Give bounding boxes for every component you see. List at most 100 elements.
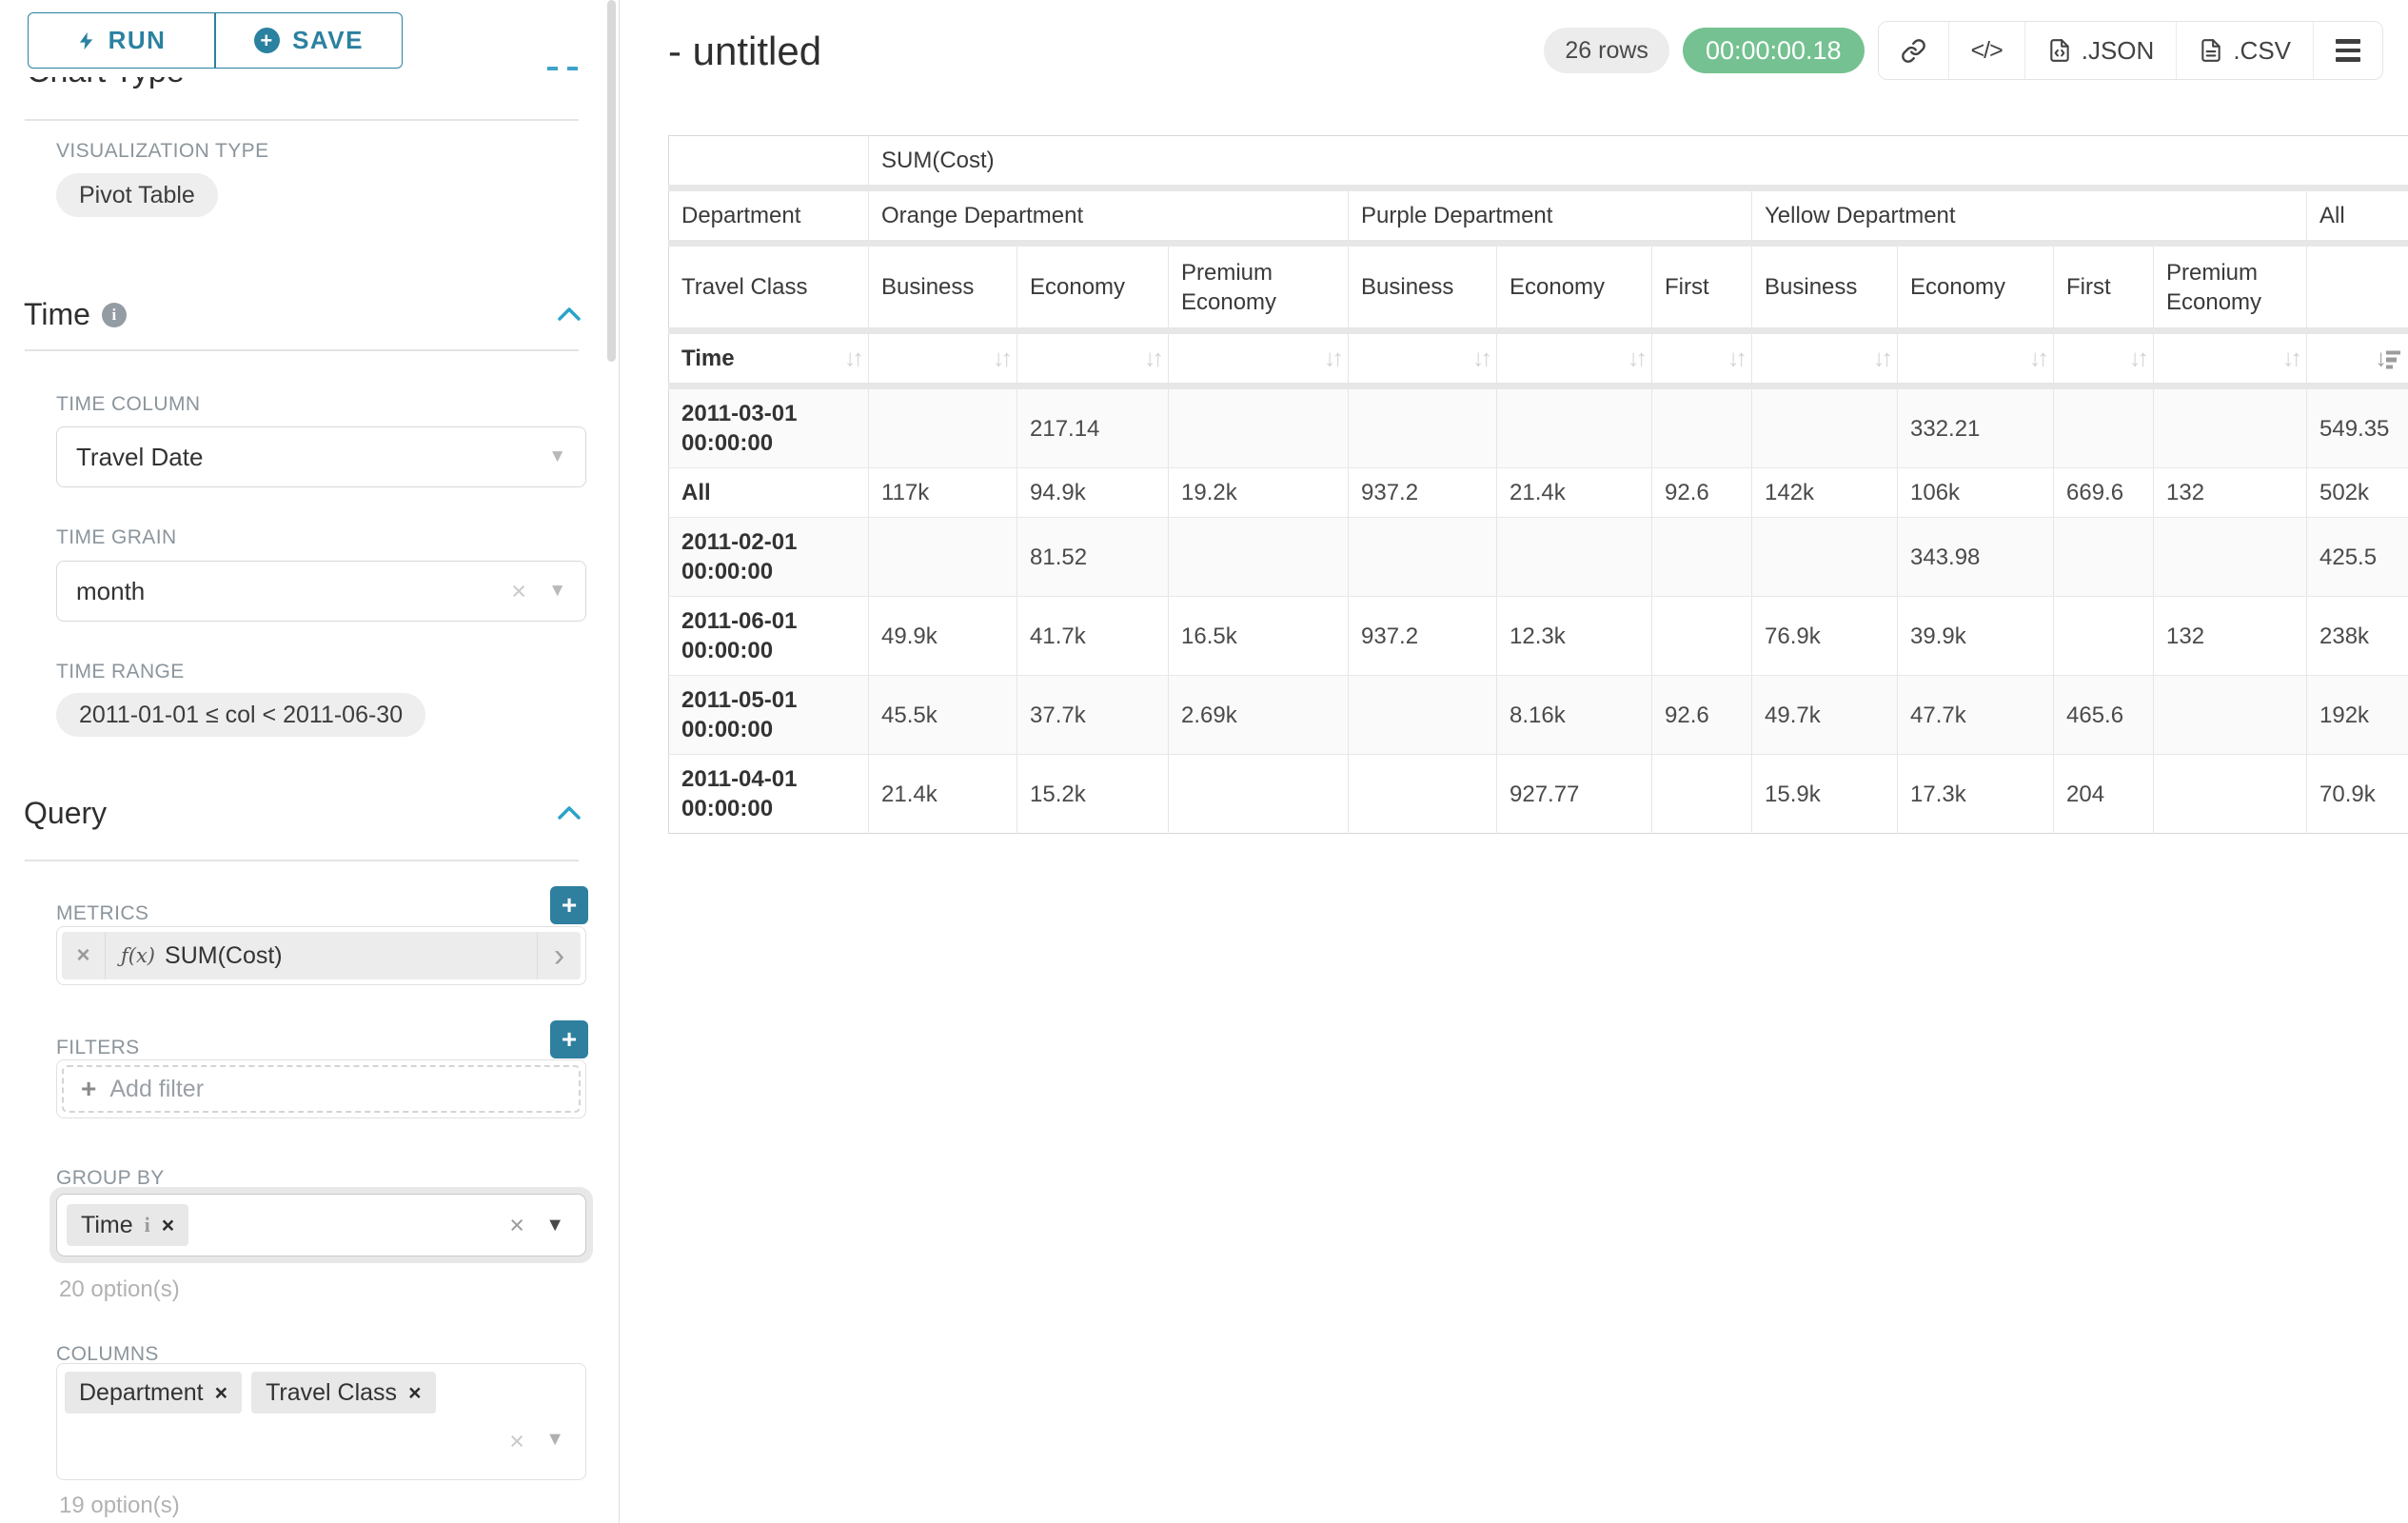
time-column-value: Travel Date [76, 443, 203, 472]
save-button[interactable]: + SAVE [215, 12, 403, 69]
sort-header[interactable]: ↓↑ [1652, 331, 1752, 386]
cell-value: 94.9k [1017, 468, 1169, 518]
class-header: Economy [1017, 244, 1169, 331]
sort-header[interactable]: ↓↑ [2054, 331, 2154, 386]
clear-all-icon[interactable]: × [509, 1427, 524, 1456]
chevron-down-icon[interactable]: ▼ [545, 1215, 564, 1236]
add-filter-label: Add filter [109, 1076, 204, 1103]
hamburger-menu-icon [2336, 39, 2360, 62]
time-section-header[interactable]: Time i [24, 297, 127, 332]
panel-resize-handle-dot[interactable] [547, 67, 558, 70]
sort-header[interactable]: ↓↑ [869, 331, 1017, 386]
class-header: First [2054, 244, 2154, 331]
cell-value: 15.2k [1017, 755, 1169, 834]
remove-chip-icon[interactable]: × [162, 1213, 174, 1238]
clear-all-icon[interactable]: × [509, 1211, 524, 1240]
row-time-label: 2011-06-01 00:00:00 [669, 597, 869, 676]
table-row: 2011-03-01 00:00:00217.14332.21549.35 [669, 386, 2408, 468]
class-header: Business [869, 244, 1017, 331]
columns-chip-department[interactable]: Department × [65, 1372, 242, 1414]
sort-header[interactable]: ↓↑ [1898, 331, 2054, 386]
add-filter-button[interactable]: + Add filter [62, 1065, 581, 1113]
class-header: First [1652, 244, 1752, 331]
class-header: Premium Economy [2154, 244, 2307, 331]
plus-icon: + [81, 1074, 96, 1104]
chip-label: Time [81, 1212, 133, 1239]
cell-value [1752, 386, 1898, 468]
export-csv-button[interactable]: .CSV [2176, 22, 2313, 79]
visualization-type-label: VISUALIZATION TYPE [56, 140, 268, 163]
pivot-table: SUM(Cost) Department Orange Department P… [668, 135, 2408, 834]
group-by-select[interactable]: Time i × × ▼ [56, 1194, 586, 1256]
chevron-down-icon[interactable]: ▼ [545, 1429, 564, 1451]
remove-chip-icon[interactable]: × [215, 1380, 227, 1406]
cell-value: 2.69k [1169, 676, 1349, 755]
filters-label: FILTERS [56, 1037, 140, 1059]
cell-value: 502k [2307, 468, 2408, 518]
group-by-chip-time[interactable]: Time i × [67, 1204, 188, 1246]
cell-value: 117k [869, 468, 1017, 518]
metric-chip[interactable]: × ƒ(x) SUM(Cost) › [62, 932, 581, 979]
sort-both-icon: ↓↑ [1628, 344, 1644, 373]
export-json-button[interactable]: .JSON [2024, 22, 2177, 79]
columns-chip-travel-class[interactable]: Travel Class × [251, 1372, 435, 1414]
class-header: Premium Economy [1169, 244, 1349, 331]
add-filter-plus-button[interactable]: + [550, 1020, 588, 1058]
clear-icon[interactable]: × [511, 577, 526, 606]
time-range-label: TIME RANGE [56, 661, 185, 683]
cell-value: 17.3k [1898, 755, 2054, 834]
columns-chip-list: Department × Travel Class × [65, 1372, 578, 1414]
group-header-all: All [2307, 188, 2408, 244]
cell-value: 204 [2054, 755, 2154, 834]
cell-value [1349, 518, 1497, 597]
sort-header[interactable]: ↓↑ [1349, 331, 1497, 386]
columns-options-note: 19 option(s) [59, 1493, 180, 1519]
row-time-label: 2011-03-01 00:00:00 [669, 386, 869, 468]
chevron-right-icon[interactable]: › [537, 932, 581, 979]
more-menu-button[interactable] [2313, 22, 2382, 79]
collapse-chevron-icon[interactable] [558, 805, 581, 820]
csv-file-icon [2199, 37, 2223, 64]
cell-value: 669.6 [2054, 468, 2154, 518]
time-grain-select[interactable]: month × ▼ [56, 561, 586, 622]
code-icon: </> [1971, 37, 2003, 65]
collapse-chevron-icon[interactable] [558, 307, 581, 321]
panel-resize-handle-dot[interactable] [567, 67, 578, 70]
row-time-label: 2011-05-01 00:00:00 [669, 676, 869, 755]
sort-header-time[interactable]: Time ↓↑ [669, 331, 869, 386]
sort-header[interactable]: ↓↑ [1752, 331, 1898, 386]
sort-header-all-active[interactable]: ↓ [2307, 331, 2408, 386]
copy-link-button[interactable] [1879, 22, 1948, 79]
page-title: - untitled [668, 29, 821, 74]
cell-value: 12.3k [1497, 597, 1652, 676]
metric-header-cell: SUM(Cost) [869, 136, 2408, 188]
visualization-type-pill[interactable]: Pivot Table [56, 173, 218, 217]
cell-value [1169, 755, 1349, 834]
time-column-select[interactable]: Travel Date ▼ [56, 426, 586, 487]
sort-header[interactable]: ↓↑ [1497, 331, 1652, 386]
sort-header[interactable]: ↓↑ [2154, 331, 2307, 386]
embed-code-button[interactable]: </> [1948, 22, 2024, 79]
run-save-button-group: RUN + SAVE [28, 12, 403, 69]
remove-chip-icon[interactable]: × [408, 1380, 421, 1406]
sidebar-scrollbar-thumb[interactable] [607, 0, 616, 362]
info-icon: i [102, 303, 127, 327]
table-row: All117k94.9k19.2k937.221.4k92.6142k106k6… [669, 468, 2408, 518]
sort-header[interactable]: ↓↑ [1017, 331, 1169, 386]
cell-value: 76.9k [1752, 597, 1898, 676]
travel-class-header-row: Travel Class Business Economy Premium Ec… [669, 244, 2408, 331]
cell-value: 47.7k [1898, 676, 2054, 755]
cell-value [1497, 518, 1652, 597]
cell-value: 92.6 [1652, 676, 1752, 755]
chevron-down-icon: ▼ [548, 446, 566, 467]
time-range-pill[interactable]: 2011-01-01 ≤ col < 2011-06-30 [56, 693, 425, 737]
remove-metric-icon[interactable]: × [62, 932, 106, 979]
columns-select[interactable]: Department × Travel Class × × ▼ [56, 1363, 586, 1480]
add-metric-button[interactable]: + [550, 886, 588, 924]
sort-header[interactable]: ↓↑ [1169, 331, 1349, 386]
run-button[interactable]: RUN [28, 12, 215, 69]
cell-value: 937.2 [1349, 597, 1497, 676]
query-section-header[interactable]: Query [24, 796, 107, 831]
cell-value [1652, 755, 1752, 834]
cell-value [1497, 386, 1652, 468]
